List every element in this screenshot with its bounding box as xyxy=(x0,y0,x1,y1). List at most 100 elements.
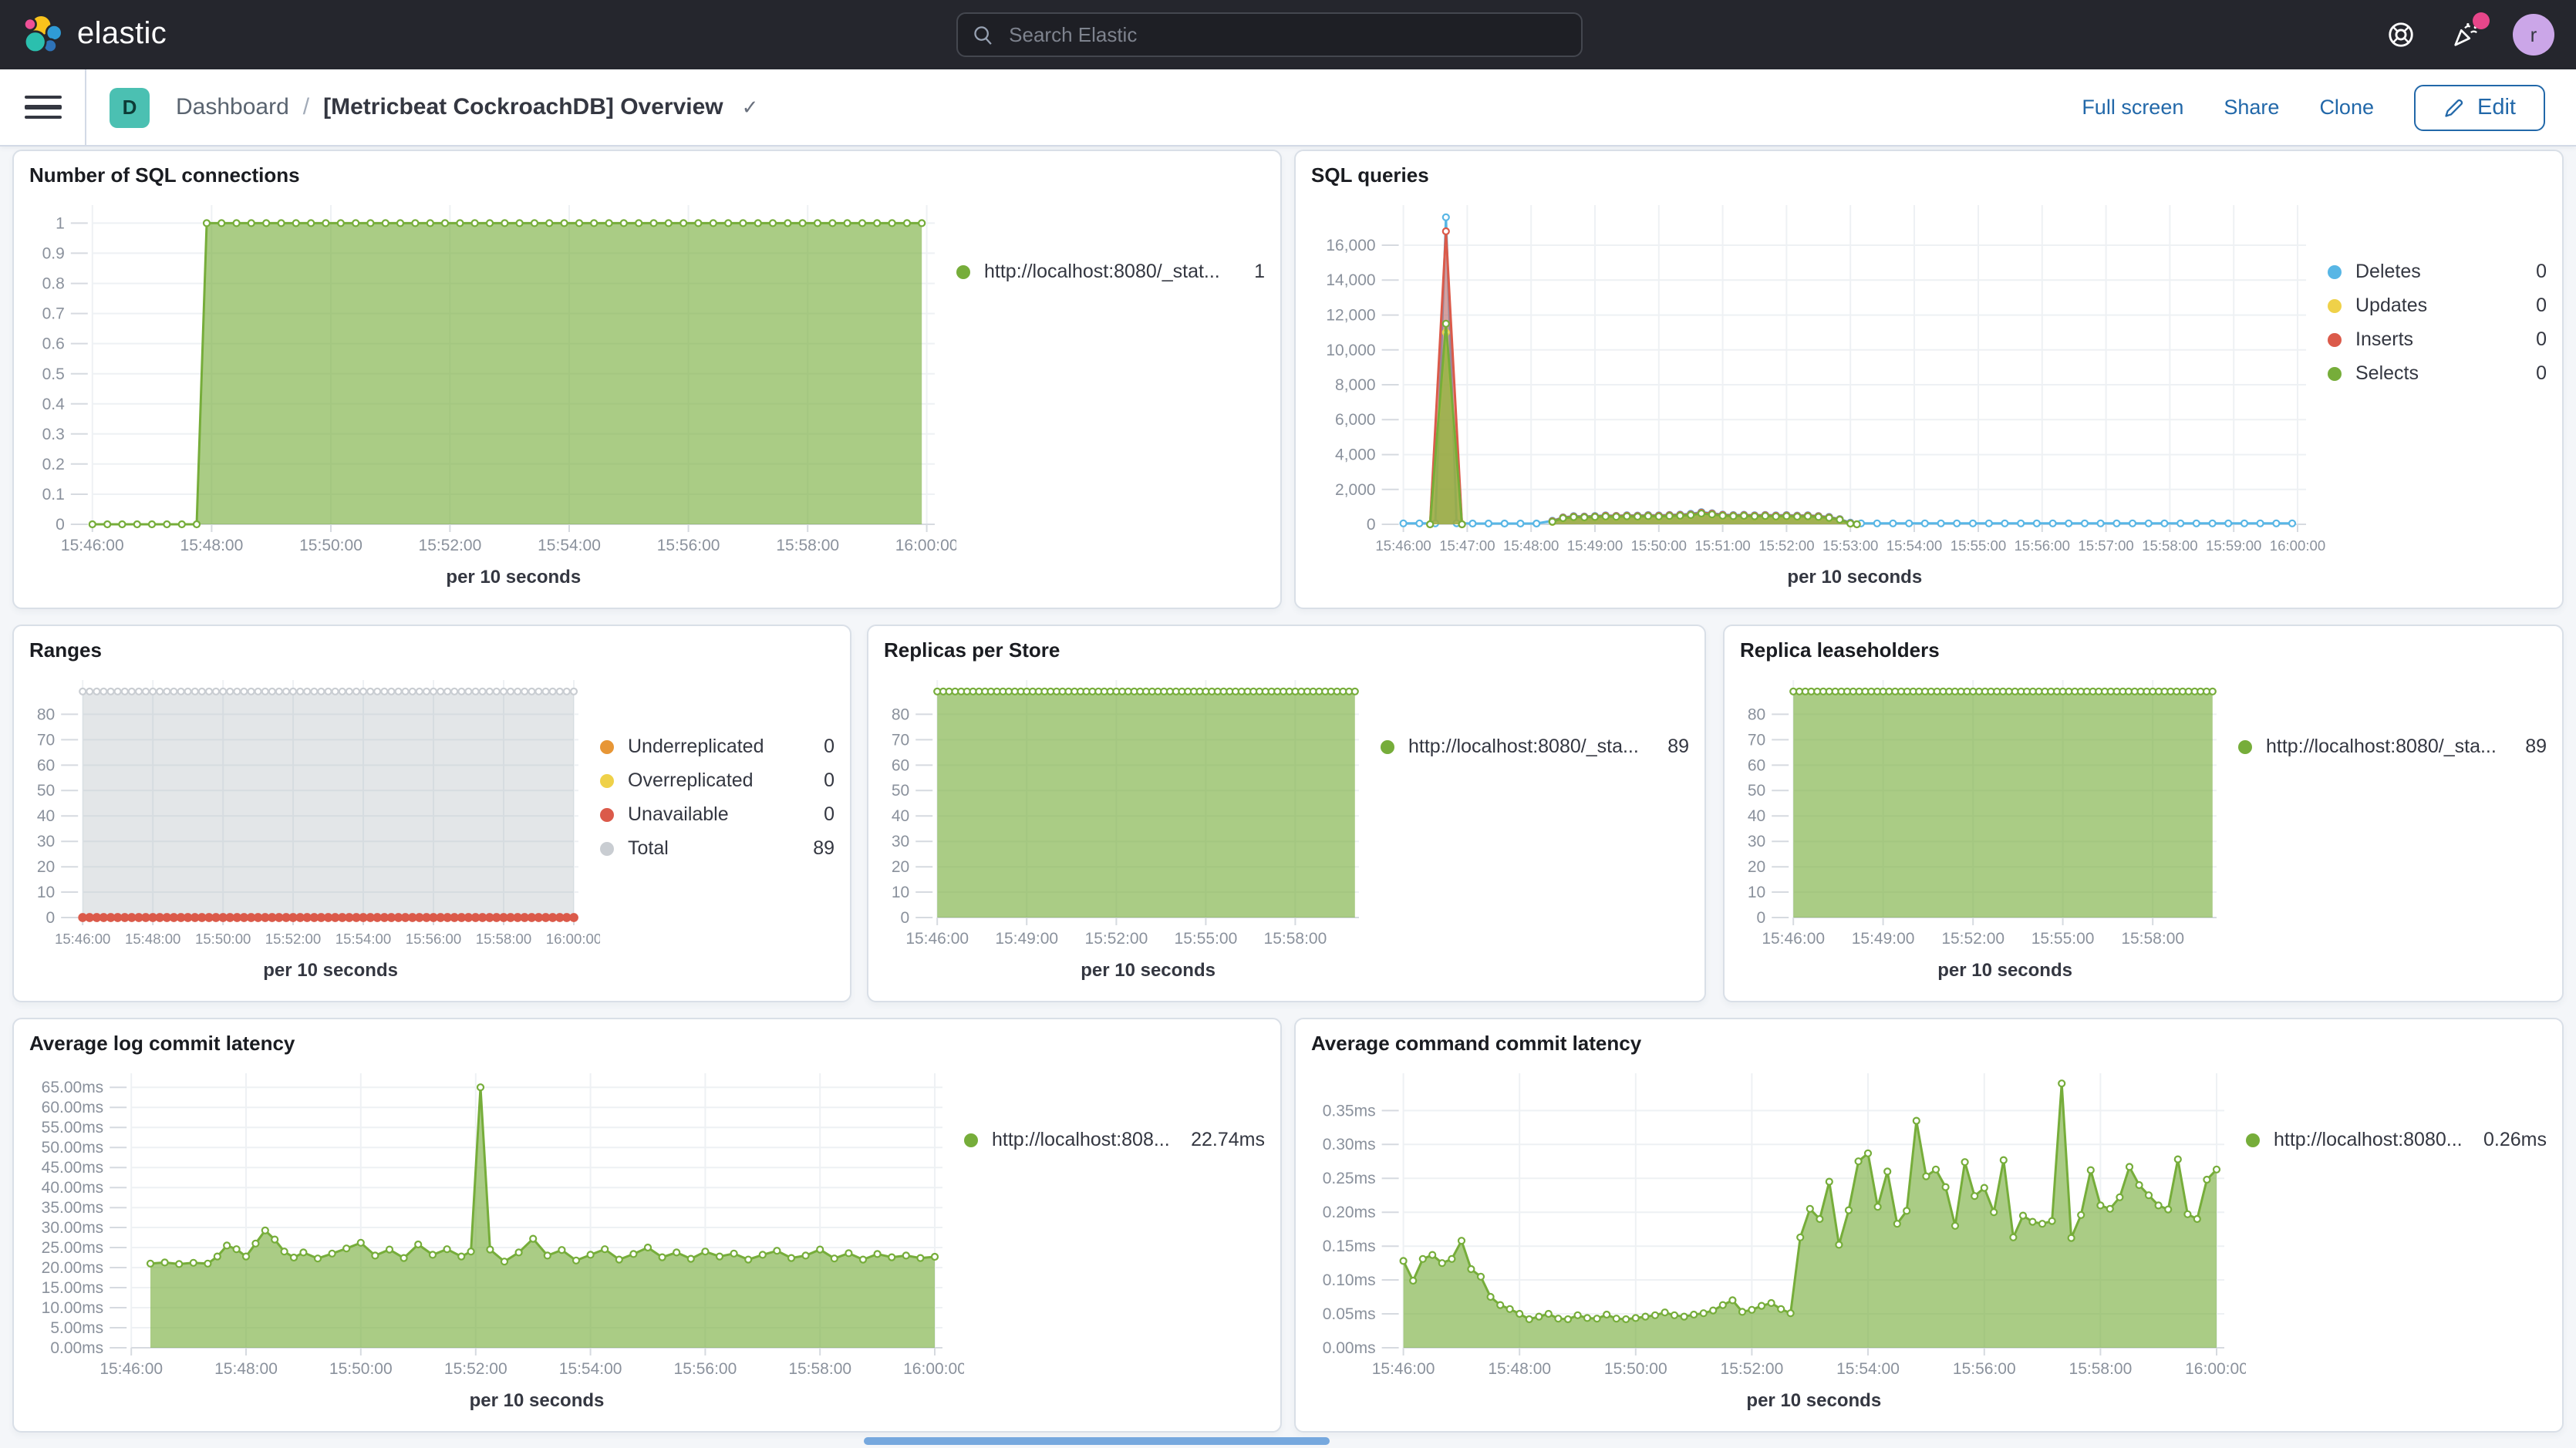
panel-title: Ranges xyxy=(29,638,835,662)
legend-value: 0 xyxy=(808,736,835,757)
svg-text:5.00ms: 5.00ms xyxy=(50,1319,103,1337)
legend-value: 22.74ms xyxy=(1175,1129,1265,1150)
horizontal-scrollbar-thumb[interactable] xyxy=(864,1437,1330,1445)
legend-label: Overreplicated xyxy=(628,769,754,791)
svg-text:15:56:00: 15:56:00 xyxy=(2015,537,2070,554)
chart-avg-command-commit-latency[interactable]: 15:46:0015:48:0015:50:0015:52:0015:54:00… xyxy=(1311,1058,2246,1419)
svg-text:per 10 seconds: per 10 seconds xyxy=(1746,1390,1881,1411)
legend-item[interactable]: Total89 xyxy=(600,837,835,859)
svg-text:0.15ms: 0.15ms xyxy=(1323,1238,1376,1255)
legend-color-dot xyxy=(600,739,614,753)
svg-text:15:46:00: 15:46:00 xyxy=(99,1360,163,1378)
svg-text:0.7: 0.7 xyxy=(42,305,65,323)
legend-value: 0 xyxy=(2520,328,2547,350)
svg-text:15:49:00: 15:49:00 xyxy=(1852,930,1915,948)
share-button[interactable]: Share xyxy=(2224,96,2279,119)
legend-color-dot xyxy=(600,841,614,855)
svg-text:0: 0 xyxy=(1367,516,1376,534)
legend-item[interactable]: Overreplicated0 xyxy=(600,769,835,791)
elastic-logo-icon xyxy=(22,14,63,56)
svg-text:0.25ms: 0.25ms xyxy=(1323,1170,1376,1187)
svg-text:15:54:00: 15:54:00 xyxy=(335,931,391,947)
legend-item[interactable]: Unavailable 0 xyxy=(600,803,835,825)
svg-text:15:54:00: 15:54:00 xyxy=(1886,537,1942,554)
saved-check-icon[interactable]: ✓ xyxy=(742,95,759,120)
svg-text:15:51:00: 15:51:00 xyxy=(1694,537,1750,554)
clone-button[interactable]: Clone xyxy=(2319,96,2374,119)
legend-label: Underreplicated xyxy=(628,736,764,757)
chart-replicas-per-store[interactable]: 15:46:0015:49:0015:52:0015:55:0015:58:00… xyxy=(884,665,1381,988)
legend-color-dot xyxy=(2246,1133,2260,1147)
legend-item[interactable]: http://localhost:8080/_sta... 89 xyxy=(2238,736,2547,757)
svg-text:30: 30 xyxy=(37,833,55,850)
chart-sql-connections[interactable]: 15:46:0015:48:0015:50:0015:52:0015:54:00… xyxy=(29,190,956,595)
full-screen-button[interactable]: Full screen xyxy=(2082,96,2183,119)
svg-text:15:46:00: 15:46:00 xyxy=(1372,1360,1435,1378)
svg-text:0.6: 0.6 xyxy=(42,335,65,353)
edit-button[interactable]: Edit xyxy=(2414,84,2545,130)
legend-value: 0 xyxy=(808,803,835,825)
navbar: D Dashboard / [Metricbeat CockroachDB] O… xyxy=(0,69,2576,146)
breadcrumb: Dashboard / [Metricbeat CockroachDB] Ove… xyxy=(176,94,758,120)
svg-text:15:55:00: 15:55:00 xyxy=(2031,930,2095,948)
svg-text:15:50:00: 15:50:00 xyxy=(195,931,251,947)
svg-text:per 10 seconds: per 10 seconds xyxy=(1787,567,1922,588)
news-button[interactable] xyxy=(2448,18,2482,52)
legend-item[interactable]: Deletes0 xyxy=(2328,261,2547,282)
legend-item[interactable]: Underreplicated 0 xyxy=(600,736,835,757)
chart-replica-leaseholders[interactable]: 15:46:0015:49:0015:52:0015:55:0015:58:00… xyxy=(1740,665,2238,988)
search-input[interactable] xyxy=(1006,22,1566,48)
chart-avg-log-commit-latency[interactable]: 15:46:0015:48:0015:50:0015:52:0015:54:00… xyxy=(29,1058,964,1419)
legend-item[interactable]: http://localhost:8080...0.26ms xyxy=(2246,1129,2547,1150)
elastic-logo[interactable]: elastic xyxy=(22,14,167,56)
svg-text:15:56:00: 15:56:00 xyxy=(1953,1360,2016,1378)
global-search[interactable] xyxy=(956,12,1583,57)
legend-item[interactable]: http://localhost:808...22.74ms xyxy=(964,1129,1265,1150)
edit-button-label: Edit xyxy=(2477,95,2516,120)
svg-text:15:46:00: 15:46:00 xyxy=(55,931,110,947)
legend-item[interactable]: Selects0 xyxy=(2328,362,2547,384)
legend-color-dot xyxy=(2238,739,2252,753)
svg-text:1: 1 xyxy=(56,214,65,232)
legend-label: Inserts xyxy=(2355,328,2413,350)
svg-text:15:50:00: 15:50:00 xyxy=(329,1360,393,1378)
svg-text:70: 70 xyxy=(1748,731,1765,749)
svg-text:16:00:00: 16:00:00 xyxy=(903,1360,964,1378)
legend-label: Updates xyxy=(2355,295,2427,316)
svg-text:0.2: 0.2 xyxy=(42,456,65,473)
svg-text:0: 0 xyxy=(901,909,910,927)
help-button[interactable] xyxy=(2383,18,2417,52)
chart-svg: 15:46:0015:48:0015:50:0015:52:0015:54:00… xyxy=(29,1058,964,1419)
svg-text:40: 40 xyxy=(37,807,55,825)
legend-label: http://localhost:8080/_sta... xyxy=(2266,736,2497,757)
menu-hamburger-icon[interactable] xyxy=(25,95,62,120)
svg-text:0: 0 xyxy=(1757,909,1766,927)
svg-text:15:58:00: 15:58:00 xyxy=(476,931,531,947)
legend-item[interactable]: Inserts 0 xyxy=(2328,328,2547,350)
chart-sql-queries[interactable]: 15:46:0015:47:0015:48:0015:49:0015:50:00… xyxy=(1311,190,2328,595)
legend-item[interactable]: http://localhost:8080/_sta...89 xyxy=(1381,736,1689,757)
chart-svg: 15:46:0015:48:0015:50:0015:52:0015:54:00… xyxy=(29,665,600,988)
panel-title: Average command commit latency xyxy=(1311,1032,2547,1055)
legend-label: Unavailable xyxy=(628,803,729,825)
chart-ranges[interactable]: 15:46:0015:48:0015:50:0015:52:0015:54:00… xyxy=(29,665,600,988)
breadcrumb-dashboard-link[interactable]: Dashboard xyxy=(176,94,289,120)
svg-text:45.00ms: 45.00ms xyxy=(42,1159,104,1177)
legend-item[interactable]: http://localhost:8080/_stat...1 xyxy=(956,261,1265,282)
svg-text:16:00:00: 16:00:00 xyxy=(2185,1360,2246,1378)
svg-text:15:56:00: 15:56:00 xyxy=(657,537,720,554)
chart-svg: 15:46:0015:49:0015:52:0015:55:0015:58:00… xyxy=(1740,665,2238,988)
svg-text:15:55:00: 15:55:00 xyxy=(1951,537,2006,554)
svg-text:0.4: 0.4 xyxy=(42,396,66,413)
svg-text:per 10 seconds: per 10 seconds xyxy=(446,567,581,588)
svg-text:15:49:00: 15:49:00 xyxy=(1567,537,1623,554)
svg-text:15.00ms: 15.00ms xyxy=(42,1279,104,1297)
user-avatar[interactable]: r xyxy=(2513,14,2554,56)
legend-value: 0.26ms xyxy=(2468,1129,2547,1150)
legend-item[interactable]: Updates0 xyxy=(2328,295,2547,316)
search-icon xyxy=(973,24,993,45)
svg-text:0: 0 xyxy=(46,909,56,927)
legend-value: 89 xyxy=(2510,736,2547,757)
svg-text:50: 50 xyxy=(37,782,55,800)
svg-text:10: 10 xyxy=(37,884,55,901)
